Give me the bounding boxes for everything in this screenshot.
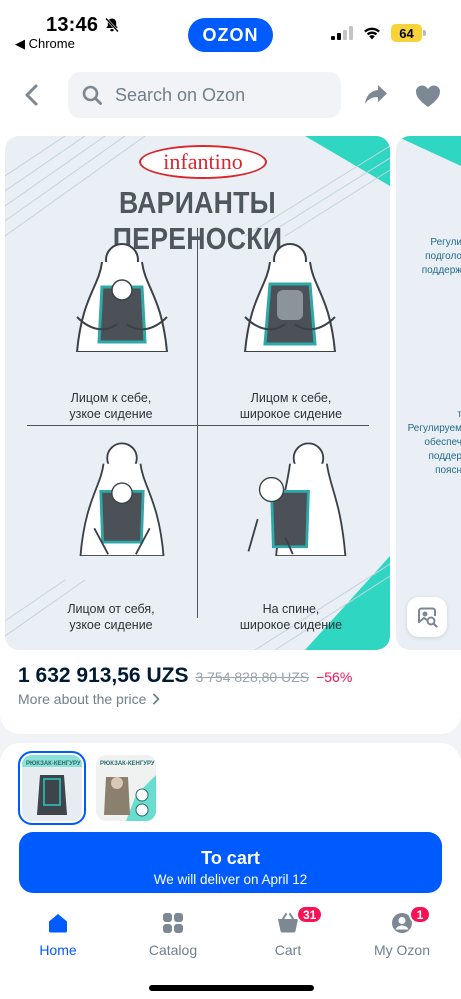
variant-thumbnail[interactable]: РЮКЗАК-КЕНГУРУ <box>18 751 86 825</box>
chevron-left-icon[interactable] <box>18 80 46 110</box>
more-price-label: More about the price <box>18 691 147 707</box>
caption-line: поддерж <box>421 265 461 276</box>
back-to-app-link[interactable]: ◀ Chrome <box>15 36 75 52</box>
add-to-cart-label: To cart <box>201 848 260 868</box>
tab-label: Catalog <box>148 942 198 958</box>
bell-off-icon <box>105 17 119 33</box>
caption-line: Лицом к себе, <box>70 391 152 405</box>
next-image-caption: т Регулируем обеспеч поддер поясн <box>396 408 461 478</box>
caption-line: широкое сидение <box>239 407 343 421</box>
tab-catalog[interactable]: Catalog <box>127 909 219 961</box>
old-price: 3 754 828,80 UZS <box>195 669 310 685</box>
variant-thumbnail[interactable]: РЮКЗАК-КЕНГУРУ <box>96 755 156 821</box>
grid-divider-vertical <box>197 228 198 618</box>
discount-badge: −56% <box>316 669 353 685</box>
tab-cart[interactable]: 31 Cart <box>242 905 334 961</box>
caption-line: Лицом к себе, <box>250 391 332 405</box>
grid-divider-horizontal <box>27 425 369 426</box>
caption-line: поясн <box>435 465 461 476</box>
caption-line: Лицом от себя, <box>67 602 155 616</box>
caption-line: обеспеч <box>424 437 461 448</box>
variant-thumbnail-label: РЮКЗАК-КЕНГУРУ <box>26 761 81 767</box>
catalog-icon <box>163 913 183 933</box>
caption-line: подголо <box>425 251 461 262</box>
status-bar: 13:46 ◀ Chrome OZON 64 <box>0 0 461 56</box>
wifi-icon <box>364 27 380 40</box>
notification-badge: 1 <box>409 905 431 924</box>
cellular-signal-icon <box>331 26 353 40</box>
next-image-caption: Регули подголо поддерж <box>396 236 461 278</box>
tab-label: My Ozon <box>373 942 430 958</box>
caption-line: узкое сидение <box>69 407 153 421</box>
variants-panel: РЮКЗАК-КЕНГУРУ РЮКЗАК-КЕНГУРУ To cart We… <box>0 743 461 903</box>
next-product-image[interactable]: Регули подголо поддерж т Регулируем обес… <box>396 136 461 650</box>
more-price-link[interactable]: More about the price <box>18 691 160 707</box>
price-row: 1 632 913,56 UZS 3 754 828,80 UZS −56% <box>18 664 352 688</box>
cart-count-badge: 31 <box>296 905 324 924</box>
caption-line: Регулируем <box>407 423 461 434</box>
tab-my-ozon[interactable]: 1 My Ozon <box>356 905 448 961</box>
caption-line: узкое сидение <box>69 618 153 632</box>
home-icon <box>49 914 67 933</box>
chevron-right-icon <box>153 693 160 705</box>
ozon-logo: OZON <box>188 18 273 52</box>
caption-line: На спине, <box>262 602 320 616</box>
tab-label: Cart <box>274 942 302 958</box>
position-caption: Лицом от себя, узкое сидение <box>21 601 201 633</box>
position-caption: Лицом к себе, широкое сидение <box>201 390 381 422</box>
position-caption: Лицом к себе, узкое сидение <box>21 390 201 422</box>
brand-logo: infantino <box>139 145 267 179</box>
search-box[interactable] <box>68 72 341 118</box>
caption-line: поддер <box>428 451 461 462</box>
current-price: 1 632 913,56 UZS <box>18 664 189 687</box>
variant-thumbnail-label: РЮКЗАК-КЕНГУРУ <box>100 761 155 767</box>
product-image[interactable]: infantino ВАРИАНТЫ ПЕРЕНОСКИ Лицом к себ… <box>5 136 390 650</box>
search-icon <box>82 85 102 105</box>
battery-cap <box>423 30 426 36</box>
carrier-illustration-back <box>247 442 347 556</box>
delivery-date-label: We will deliver on April 12 <box>153 872 308 887</box>
top-bar <box>0 56 461 134</box>
home-indicator <box>149 985 314 991</box>
status-time: 13:46 <box>46 14 99 36</box>
search-input[interactable] <box>115 84 335 106</box>
share-icon[interactable] <box>363 82 389 108</box>
caption-line: Регули <box>430 237 461 248</box>
image-search-icon <box>418 607 438 628</box>
caption-line: широкое сидение <box>239 618 343 632</box>
decorative-corner <box>396 136 461 166</box>
tab-bar: Home Catalog 31 Cart 1 My Ozon <box>0 903 461 999</box>
caption-line: т <box>457 409 461 420</box>
carrier-illustration-outward <box>79 442 165 556</box>
visual-search-button[interactable] <box>407 597 447 637</box>
tab-home[interactable]: Home <box>12 909 104 961</box>
product-card: infantino ВАРИАНТЫ ПЕРЕНОСКИ Лицом к себ… <box>0 134 461 734</box>
add-to-cart-button[interactable]: To cart We will deliver on April 12 <box>19 832 442 893</box>
tab-label: Home <box>39 942 77 958</box>
heart-icon[interactable] <box>414 83 442 109</box>
position-caption: На спине, широкое сидение <box>201 601 381 633</box>
carrier-illustration-front-wide <box>243 243 337 352</box>
carrier-illustration-front-narrow <box>75 243 169 352</box>
battery-level: 64 <box>391 24 422 42</box>
